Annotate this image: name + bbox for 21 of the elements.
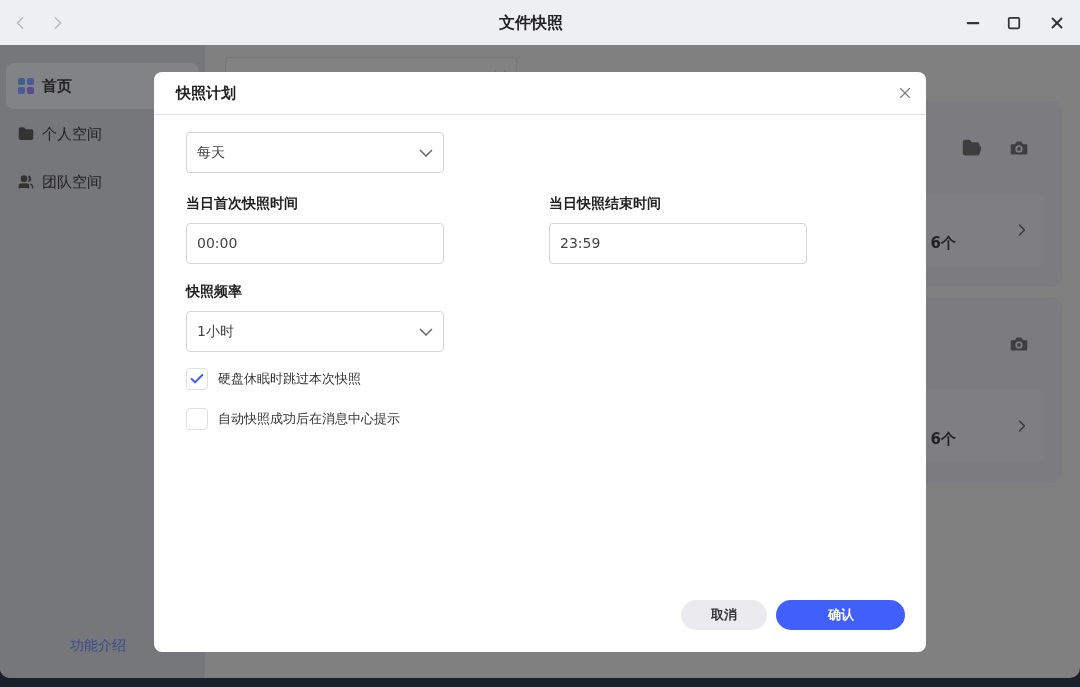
folder-icon: [18, 126, 34, 142]
confirm-button[interactable]: 确认: [776, 600, 905, 630]
field-label: 当日首次快照时间: [186, 194, 299, 213]
field-label: 快照频率: [186, 282, 243, 301]
window-title: 文件快照: [499, 11, 563, 34]
checkbox[interactable]: [186, 408, 208, 430]
field-label: 当日快照结束时间: [549, 194, 662, 213]
folder-icon[interactable]: [962, 138, 982, 158]
checkbox[interactable]: [186, 368, 208, 390]
time-field[interactable]: 23:59: [549, 223, 807, 264]
option-label: 自动快照成功后在消息中心提示: [218, 410, 400, 429]
cancel-button[interactable]: 取消: [681, 600, 767, 630]
grid-icon: [18, 78, 34, 94]
chevron-down-icon: [419, 327, 433, 336]
frequency-select[interactable]: 1小时: [186, 311, 444, 352]
repeat-select[interactable]: 每天: [186, 132, 444, 173]
option-label: 硬盘休眠时跳过本次快照: [218, 370, 361, 389]
people-icon: [18, 174, 34, 190]
chevron-down-icon: [419, 148, 433, 157]
maximize-icon[interactable]: [1007, 15, 1021, 30]
time-field[interactable]: 00:00: [186, 223, 444, 264]
